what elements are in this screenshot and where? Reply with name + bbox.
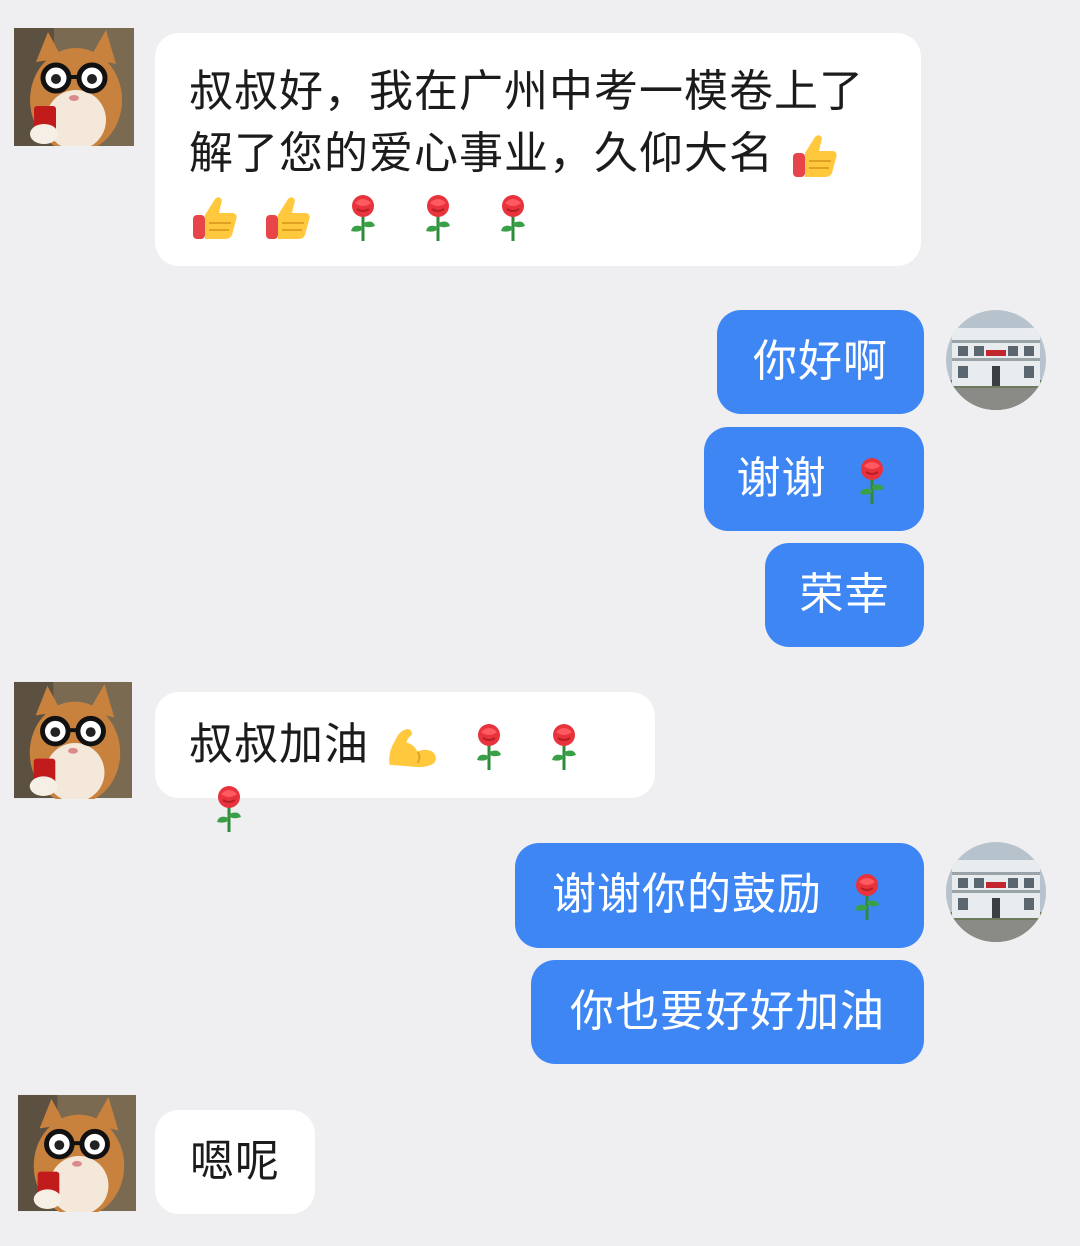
message-text: 叔叔好，我在广州中考一模卷上了解了您的爱心事业，久仰大名 <box>189 66 864 179</box>
thumbs-up-icon <box>262 193 312 243</box>
message-bubble[interactable]: 谢谢 <box>704 427 924 531</box>
message-text: 荣幸 <box>799 569 890 620</box>
rose-icon <box>493 191 533 245</box>
flexed-biceps-icon <box>384 722 440 772</box>
rose-icon <box>343 191 383 245</box>
message-text: 嗯呢 <box>190 1136 280 1187</box>
message-text: 你也要好好加油 <box>570 986 885 1037</box>
rose-icon <box>418 191 458 245</box>
message-bubble[interactable]: 荣幸 <box>765 543 924 647</box>
rose-icon <box>209 782 249 836</box>
rose-icon <box>544 720 584 774</box>
rose-icon <box>852 454 892 508</box>
rose-icon <box>847 870 887 924</box>
avatar-building[interactable] <box>946 842 1046 942</box>
message-bubble[interactable]: 叔叔好，我在广州中考一模卷上了解了您的爱心事业，久仰大名 <box>155 33 921 266</box>
message-text: 叔叔加油 <box>189 719 369 770</box>
avatar-cat[interactable] <box>14 28 134 146</box>
message-bubble[interactable]: 你好啊 <box>717 310 924 414</box>
message-bubble[interactable]: 谢谢你的鼓励 <box>515 843 924 948</box>
thumbs-up-icon <box>789 131 839 181</box>
message-text: 谢谢你的鼓励 <box>552 869 822 920</box>
avatar-cat[interactable] <box>14 681 132 799</box>
message-text: 你好啊 <box>753 336 888 387</box>
message-bubble[interactable]: 嗯呢 <box>155 1110 315 1214</box>
avatar-cat[interactable] <box>18 1094 136 1212</box>
rose-icon <box>469 720 509 774</box>
avatar-building[interactable] <box>946 310 1046 410</box>
thumbs-up-icon <box>189 193 239 243</box>
message-text: 谢谢 <box>736 453 827 504</box>
message-bubble[interactable]: 你也要好好加油 <box>531 960 924 1064</box>
message-bubble[interactable]: 叔叔加油 <box>155 692 655 798</box>
